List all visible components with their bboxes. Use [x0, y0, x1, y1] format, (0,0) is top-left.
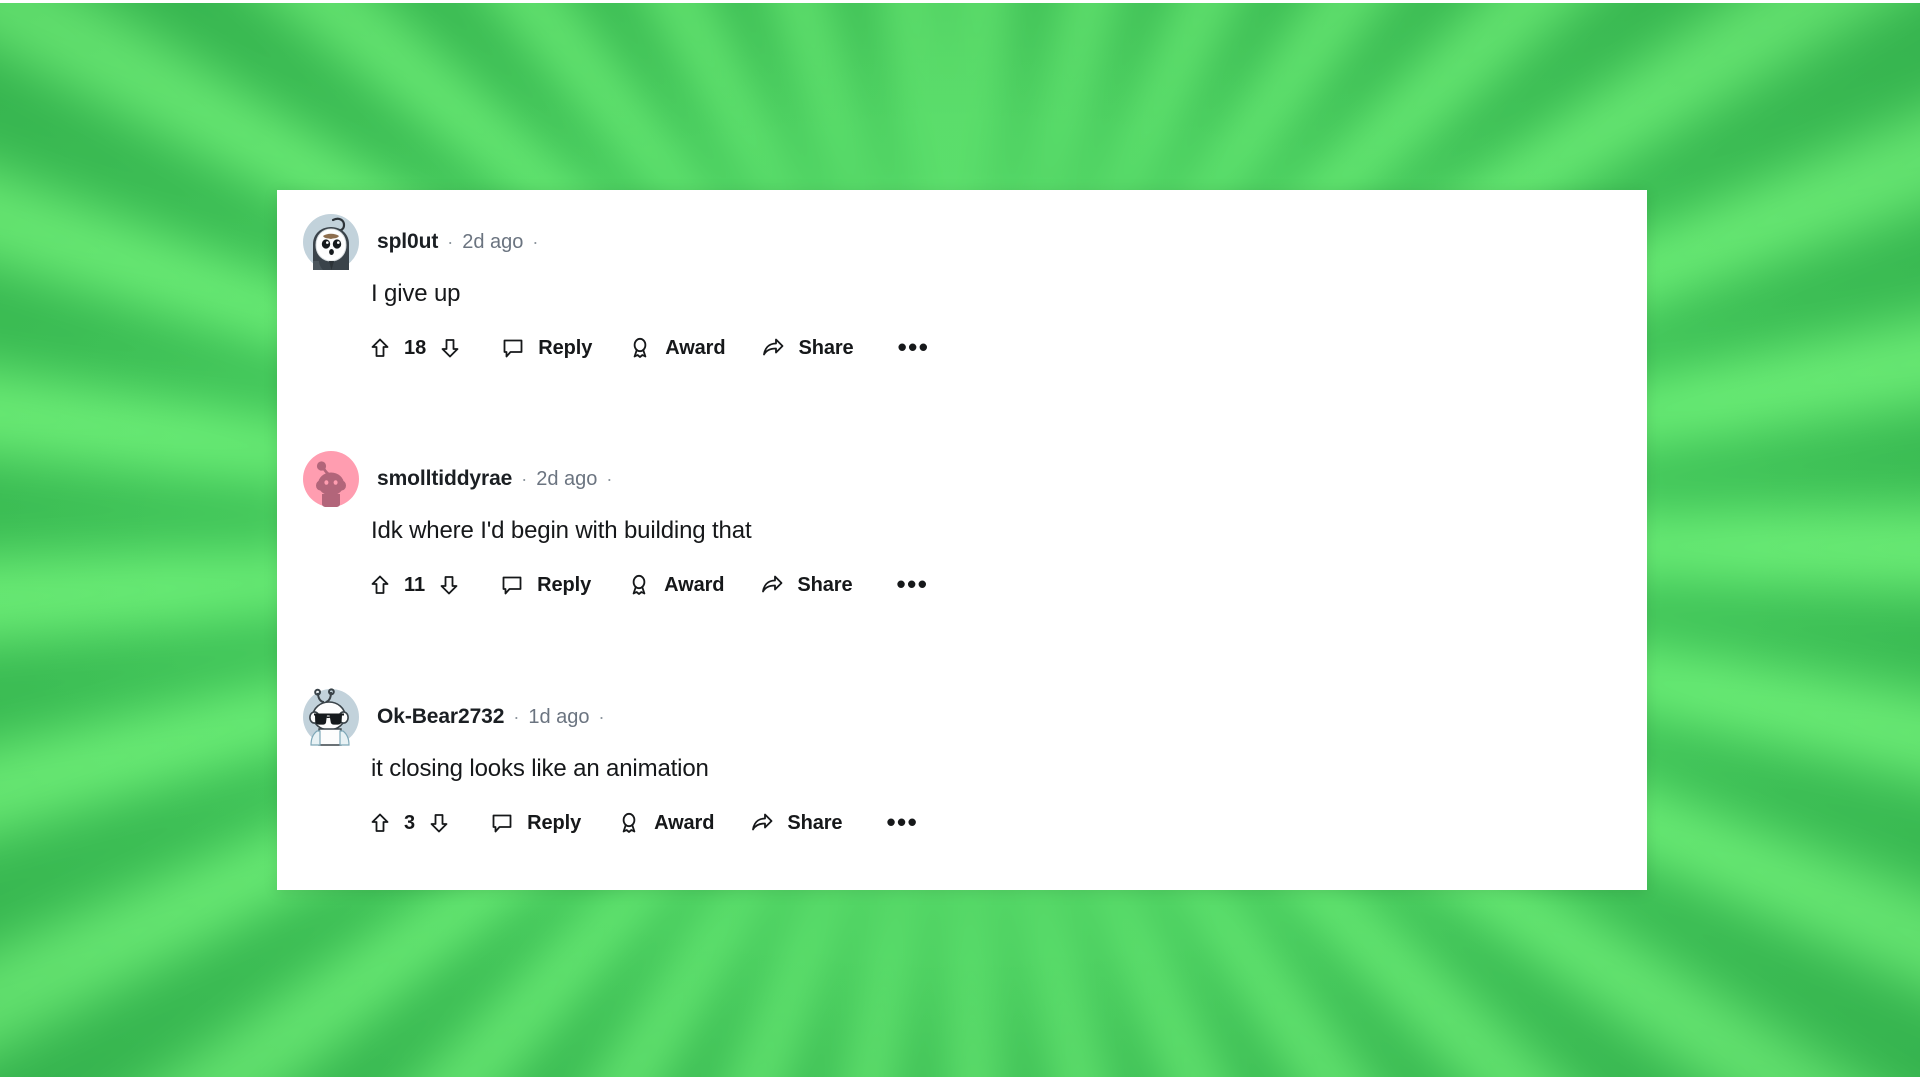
- separator-dot-trailing: ·: [598, 707, 605, 727]
- vote-group: 11: [365, 570, 464, 600]
- comment-action-bar: 3 Reply Award Share •••: [365, 805, 918, 841]
- comment-body: I give up: [371, 280, 461, 307]
- comment-timestamp: 2d ago: [462, 231, 524, 253]
- top-edge-strip: [0, 0, 1920, 3]
- reply-label: Reply: [537, 573, 592, 596]
- separator-dot-trailing: ·: [606, 469, 613, 489]
- share-label: Share: [798, 336, 854, 359]
- comment-body: it closing looks like an animation: [371, 755, 709, 782]
- downvote-arrow-icon[interactable]: [424, 808, 454, 838]
- vote-group: 3: [365, 808, 454, 838]
- award-button[interactable]: Award: [617, 808, 714, 838]
- upvote-arrow-icon[interactable]: [365, 570, 395, 600]
- award-label: Award: [664, 573, 725, 596]
- more-options-icon[interactable]: •••: [896, 570, 928, 600]
- comment-thread-card: spl0ut · 2d ago · I give up 18 Reply Awa…: [277, 190, 1647, 890]
- share-button[interactable]: Share: [750, 808, 843, 838]
- share-button[interactable]: Share: [761, 333, 854, 363]
- comment-body: Idk where I'd begin with building that: [371, 517, 752, 544]
- comment-action-bar: 11 Reply Award Share •••: [365, 567, 928, 603]
- author-line: smolltiddyrae · 2d ago ·: [377, 467, 621, 491]
- comment-header: spl0ut · 2d ago ·: [303, 214, 547, 270]
- vote-count: 3: [404, 811, 416, 834]
- share-button[interactable]: Share: [760, 570, 853, 600]
- reply-label: Reply: [538, 336, 593, 359]
- author-line: spl0ut · 2d ago ·: [377, 230, 547, 254]
- award-ribbon-icon: [628, 336, 652, 360]
- separator-dot: ·: [447, 232, 454, 252]
- comment-header: Ok-Bear2732 · 1d ago ·: [303, 688, 614, 746]
- vote-group: 18: [365, 333, 465, 363]
- upvote-arrow-icon[interactable]: [365, 333, 395, 363]
- more-options-icon[interactable]: •••: [898, 333, 930, 363]
- award-ribbon-icon: [617, 811, 641, 835]
- vote-count: 18: [404, 336, 427, 359]
- share-label: Share: [797, 573, 853, 596]
- comment-header: smolltiddyrae · 2d ago ·: [303, 451, 621, 507]
- vote-count: 11: [404, 573, 426, 596]
- more-options-label: •••: [896, 569, 929, 600]
- share-label: Share: [787, 811, 843, 834]
- reply-button[interactable]: Reply: [501, 333, 592, 363]
- avatar[interactable]: [303, 688, 359, 746]
- separator-dot-trailing: ·: [532, 232, 539, 252]
- reply-button[interactable]: Reply: [490, 808, 581, 838]
- reply-label: Reply: [527, 811, 582, 834]
- reply-button[interactable]: Reply: [500, 570, 591, 600]
- upvote-arrow-icon[interactable]: [365, 808, 395, 838]
- share-arrow-icon: [761, 336, 785, 360]
- comment-action-bar: 18 Reply Award Share •••: [365, 330, 929, 366]
- separator-dot: ·: [521, 469, 528, 489]
- award-button[interactable]: Award: [627, 570, 724, 600]
- more-options-icon[interactable]: •••: [886, 808, 918, 838]
- downvote-arrow-icon[interactable]: [435, 333, 465, 363]
- avatar[interactable]: [303, 214, 359, 270]
- comment-author[interactable]: smolltiddyrae: [377, 467, 512, 491]
- share-arrow-icon: [750, 811, 774, 835]
- more-options-label: •••: [886, 807, 919, 838]
- comment-bubble-icon: [500, 573, 524, 597]
- award-ribbon-icon: [627, 573, 651, 597]
- separator-dot: ·: [513, 707, 520, 727]
- avatar[interactable]: [303, 451, 359, 507]
- comment-timestamp: 1d ago: [528, 706, 590, 728]
- award-button[interactable]: Award: [628, 333, 726, 363]
- author-line: Ok-Bear2732 · 1d ago ·: [377, 705, 614, 729]
- award-label: Award: [654, 811, 715, 834]
- more-options-label: •••: [897, 332, 930, 363]
- downvote-arrow-icon[interactable]: [434, 570, 464, 600]
- comment-bubble-icon: [501, 336, 525, 360]
- comment-author[interactable]: Ok-Bear2732: [377, 705, 504, 729]
- comment-timestamp: 2d ago: [536, 468, 598, 490]
- comment-author[interactable]: spl0ut: [377, 230, 438, 254]
- comment-bubble-icon: [490, 811, 514, 835]
- award-label: Award: [665, 336, 726, 359]
- share-arrow-icon: [760, 573, 784, 597]
